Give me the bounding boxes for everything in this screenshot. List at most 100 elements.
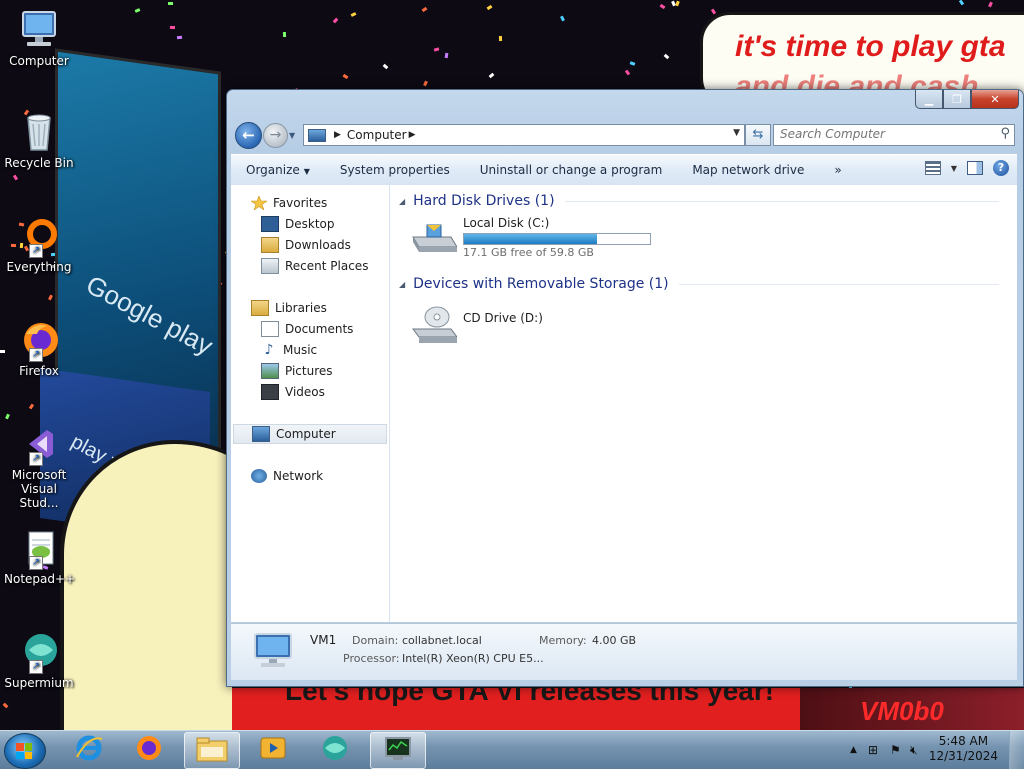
nav-pictures[interactable]: Pictures (261, 361, 333, 381)
maximize-button[interactable]: ❐ (943, 90, 971, 109)
disk-usage-fill (464, 234, 597, 244)
network-status-icon[interactable]: ⊞ (868, 743, 878, 757)
drive-cd-d[interactable]: CD Drive (D:) (411, 303, 591, 347)
address-bar[interactable]: ▶ Computer ▶ ▼ (303, 124, 745, 146)
drive-name: Local Disk (C:) (463, 216, 550, 230)
search-input[interactable] (774, 125, 980, 143)
show-hidden-icons-icon[interactable]: ▲ (850, 745, 857, 755)
taskbar-internet-explorer[interactable] (62, 732, 116, 767)
navigation-pane: Favorites Desktop Downloads Recent Place… (231, 185, 390, 622)
nav-network[interactable]: Network (251, 466, 323, 486)
nav-favorites[interactable]: Favorites (250, 193, 328, 213)
libraries-icon (251, 300, 269, 316)
organize-button[interactable]: Organize ▼ (231, 163, 325, 177)
nav-computer[interactable]: Computer (233, 424, 387, 444)
desktop-icon-label: Computer (9, 54, 69, 68)
breadcrumb-computer[interactable]: Computer (347, 128, 407, 142)
computer-icon (308, 128, 326, 142)
nav-music[interactable]: ♪ Music (261, 340, 318, 360)
clock[interactable]: 5:48 AM 12/31/2024 (929, 734, 998, 764)
wallpaper-confetti (663, 53, 670, 60)
drive-local-disk-c[interactable]: Local Disk (C:) 17.1 GB free of 59.8 GB (411, 216, 671, 265)
desktop-icon-label: Everything (6, 260, 72, 274)
memory-value: 4.00 GB (592, 634, 637, 647)
view-options-dropdown-icon[interactable]: ▼ (951, 164, 957, 173)
nav-libraries[interactable]: Libraries (251, 298, 327, 318)
supermium-icon (320, 733, 350, 766)
desktop-icon-everything[interactable]: ↗ Everything (4, 214, 74, 274)
desktop-icon-computer[interactable]: Computer (4, 8, 74, 68)
minimize-button[interactable]: ▁ (915, 90, 943, 109)
wallpaper-confetti (659, 3, 666, 10)
preview-pane-icon[interactable] (967, 161, 983, 175)
wallpaper-confetti (382, 63, 389, 70)
media-player-icon (259, 734, 287, 765)
close-button[interactable]: ✕ (971, 90, 1019, 109)
documents-icon (261, 321, 279, 337)
breadcrumb-chevron-icon[interactable]: ▶ (409, 130, 416, 140)
desktop-icon-notepad-plus-plus[interactable]: ↗ Notepad++ (4, 526, 75, 586)
desktop-icon-recycle-bin[interactable]: Recycle Bin (4, 110, 74, 170)
computer-icon (252, 426, 270, 442)
wallpaper-confetti (48, 294, 53, 301)
back-button[interactable]: ← (235, 122, 262, 149)
refresh-button[interactable]: ⇆ (745, 124, 771, 146)
caption-buttons: ▁ ❐ ✕ (915, 90, 1019, 110)
taskbar-task-manager[interactable] (370, 732, 426, 769)
nav-downloads[interactable]: Downloads (261, 235, 351, 255)
show-desktop-button[interactable] (1009, 731, 1024, 769)
help-icon[interactable]: ? (993, 160, 1009, 176)
nav-videos[interactable]: Videos (261, 382, 325, 402)
drive-free-space: 17.1 GB free of 59.8 GB (463, 246, 594, 259)
group-header-label: Devices with Removable Storage (1) (413, 276, 669, 292)
collapse-triangle-icon[interactable]: ◢ (399, 280, 405, 289)
nav-recent-places[interactable]: Recent Places (261, 256, 368, 276)
nav-label: Desktop (285, 217, 335, 231)
desktop-icon-firefox[interactable]: ↗ Firefox (4, 318, 74, 378)
windows-logo-icon (16, 743, 32, 759)
nav-label: Favorites (273, 196, 328, 210)
change-view-icon[interactable] (924, 161, 941, 175)
recent-pages-dropdown[interactable]: ▼ (289, 131, 295, 140)
address-history-dropdown-icon[interactable]: ▼ (733, 128, 740, 138)
desktop-icon-supermium[interactable]: ↗ Supermium (4, 630, 74, 690)
system-properties-button[interactable]: System properties (325, 163, 465, 177)
search-box[interactable]: ⚲ (773, 124, 1015, 146)
action-center-flag-icon[interactable]: ⚑ (890, 743, 901, 757)
group-header-hard-disk-drives[interactable]: ◢ Hard Disk Drives (1) (399, 193, 999, 209)
videos-icon (261, 384, 279, 400)
group-header-removable-storage[interactable]: ◢ Devices with Removable Storage (1) (399, 276, 999, 292)
breadcrumb-chevron-icon[interactable]: ▶ (334, 130, 341, 140)
wallpaper-confetti (2, 702, 9, 709)
wallpaper-confetti (433, 47, 440, 52)
downloads-folder-icon (261, 237, 279, 253)
taskbar-firefox[interactable] (122, 732, 176, 767)
more-commands-button[interactable]: » (819, 163, 856, 177)
search-icon[interactable]: ⚲ (1000, 126, 1010, 141)
processor-value: Intel(R) Xeon(R) CPU E5... (402, 652, 544, 665)
forward-button[interactable]: → (263, 123, 288, 148)
uninstall-program-button[interactable]: Uninstall or change a program (465, 163, 678, 177)
group-divider (564, 200, 999, 202)
collapse-triangle-icon[interactable]: ◢ (399, 197, 405, 206)
taskbar-media-player[interactable] (246, 732, 300, 767)
map-network-drive-button[interactable]: Map network drive (677, 163, 819, 177)
nav-label: Videos (285, 385, 325, 399)
navigation-row: ← → ▼ ▶ Computer ▶ ▼ ⇆ ⚲ (233, 122, 1017, 149)
clock-date: 12/31/2024 (928, 749, 998, 763)
volume-muted-icon[interactable]: 🔇︎ (910, 743, 918, 758)
start-button[interactable] (4, 733, 46, 769)
nav-desktop[interactable]: Desktop (261, 214, 335, 234)
computer-icon (17, 8, 61, 52)
wallpaper-confetti (675, 0, 680, 7)
wallpaper-confetti (958, 0, 965, 6)
desktop-icon-label: Recycle Bin (4, 156, 74, 170)
taskbar-supermium[interactable] (308, 732, 362, 767)
chevron-down-icon: ▼ (303, 167, 310, 176)
desktop-icon-label: Microsoft Visual Stud... (11, 468, 67, 510)
desktop-icon-visual-studio[interactable]: ↗ Microsoft Visual Stud... (4, 422, 74, 510)
taskbar-windows-explorer[interactable] (184, 732, 240, 769)
content-pane: ◢ Hard Disk Drives (1) Local Disk (C:) 1… (391, 185, 1017, 622)
nav-documents[interactable]: Documents (261, 319, 353, 339)
nav-label: Music (283, 343, 318, 357)
